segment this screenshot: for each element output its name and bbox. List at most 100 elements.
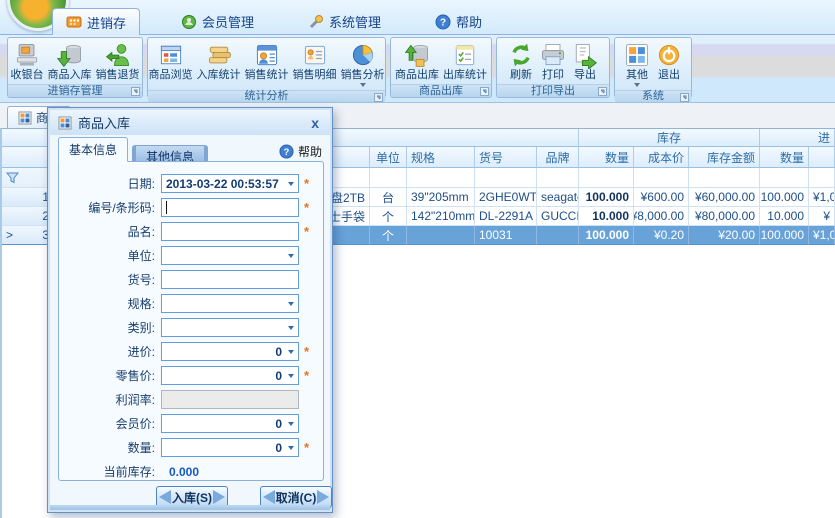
group-goods-stock-out: 商品出库 出库统计 商品出库 [390, 37, 492, 98]
required-asterisk: * [304, 440, 309, 455]
power-icon [655, 41, 683, 69]
export-button[interactable]: 导出 [569, 40, 601, 82]
stock-in-stats-button[interactable]: 入库统计 [195, 40, 243, 82]
quantity-spinner[interactable]: 0 [161, 438, 299, 457]
col-header-itemno[interactable]: 货号 [475, 147, 537, 168]
stock-out-stats-button[interactable]: 出库统计 [441, 40, 489, 82]
tab-purchase-sale-inventory[interactable]: 进销存 [52, 8, 140, 35]
tab-label: 帮助 [456, 12, 482, 31]
dialog-launcher-icon[interactable] [131, 87, 140, 96]
dialog-launcher-icon[interactable] [680, 93, 689, 102]
grid-table-icon [157, 41, 185, 69]
close-icon[interactable]: x [308, 116, 322, 130]
tab-basic-info[interactable]: 基本信息 [58, 137, 128, 162]
sales-analysis-button[interactable]: 销售分析 [339, 40, 387, 90]
dialog-titlebar[interactable]: 商品入库 x [50, 110, 330, 135]
basic-info-panel: 日期: 2013-03-22 00:53:57 * 编号/条形码: * 品名: … [58, 161, 324, 481]
chevron-down-icon [360, 83, 366, 90]
date-combo[interactable]: 2013-03-22 00:53:57 [161, 174, 299, 193]
print-button[interactable]: 打印 [537, 40, 569, 82]
sales-return-button[interactable]: 销售退货 [94, 40, 142, 82]
col-header-brand[interactable]: 品牌 [537, 147, 579, 168]
goods-browse-button[interactable]: 商品浏览 [147, 40, 195, 82]
chevron-down-icon[interactable] [288, 182, 294, 189]
tab-label: 会员管理 [202, 12, 254, 31]
tab-help[interactable]: ? 帮助 [422, 8, 495, 35]
field-profit-rate: 利润率: [59, 390, 323, 409]
chevron-down-icon[interactable] [288, 374, 294, 381]
tab-label: 系统管理 [329, 12, 381, 31]
group-label: 系统 [642, 91, 664, 102]
dialog-launcher-icon[interactable] [374, 93, 383, 102]
field-barcode: 编号/条形码: * [59, 198, 323, 217]
purchase-group-header: 进 [760, 129, 835, 147]
required-asterisk: * [304, 200, 309, 215]
stock-in-dialog: 商品入库 x 基本信息 其他信息 ? 帮助 日期: 2013-03-22 00:… [47, 107, 333, 513]
cashier-button[interactable]: 收银台 [9, 40, 46, 82]
field-retail-price: 零售价: 0 * [59, 366, 323, 385]
members-icon [181, 14, 197, 30]
chevron-down-icon[interactable] [288, 302, 294, 309]
checklist-icon [451, 41, 479, 69]
member-price-spinner[interactable]: 0 [161, 414, 299, 433]
tab-member-management[interactable]: 会员管理 [168, 8, 267, 35]
detail-card-icon [301, 41, 329, 69]
text-caret [166, 201, 167, 214]
refresh-button[interactable]: 刷新 [505, 40, 537, 82]
col-header-unit[interactable]: 单位 [370, 147, 407, 168]
chevron-down-icon[interactable] [288, 350, 294, 357]
spec-combo[interactable] [161, 294, 299, 313]
goods-stock-in-button[interactable]: 商品入库 [46, 40, 94, 82]
chevron-down-icon[interactable] [288, 446, 294, 453]
required-asterisk: * [304, 344, 309, 359]
ledger-books-icon [205, 41, 233, 69]
product-name-input[interactable] [161, 222, 299, 241]
sales-stats-button[interactable]: 销售统计 [243, 40, 291, 82]
dialog-launcher-icon[interactable] [480, 87, 489, 96]
group-label: 进销存管理 [48, 86, 103, 97]
col-header-spec[interactable]: 规格 [407, 147, 475, 168]
purchase-price-spinner[interactable]: 0 [161, 342, 299, 361]
unit-combo[interactable] [161, 246, 299, 265]
dialog-title: 商品入库 [78, 113, 130, 132]
retail-price-spinner[interactable]: 0 [161, 366, 299, 385]
col-header-cost[interactable]: 成本价 [634, 147, 689, 168]
barcode-input[interactable] [161, 198, 299, 217]
dialog-launcher-icon[interactable] [598, 87, 607, 96]
current-stock-label: 当前库存: [59, 463, 155, 480]
window-grid-icon [58, 116, 72, 130]
goods-stock-out-button[interactable]: 商品出库 [393, 40, 441, 82]
col-header-qty[interactable]: 数量 [579, 147, 634, 168]
dialog-bottom-edge [50, 505, 330, 510]
col-header-stock-amount[interactable]: 库存金额 [689, 147, 760, 168]
dialog-tabs: 基本信息 其他信息 ? 帮助 [58, 141, 322, 162]
tab-system-management[interactable]: 系统管理 [295, 8, 394, 35]
chevron-down-icon[interactable] [288, 326, 294, 333]
category-combo[interactable] [161, 318, 299, 337]
svg-text:?: ? [440, 17, 446, 28]
col-header-qty2[interactable]: 数量 [760, 147, 809, 168]
current-stock-value: 0.000 [169, 465, 199, 479]
field-quantity: 数量: 0 * [59, 438, 323, 457]
group-system: 其他 退出 系统 [614, 37, 692, 98]
chevron-down-icon[interactable] [288, 254, 294, 261]
refresh-icon [507, 41, 535, 69]
exit-button[interactable]: 退出 [653, 40, 685, 82]
chevron-down-icon [634, 83, 640, 90]
filter-funnel-icon[interactable] [6, 172, 19, 184]
other-button[interactable]: 其他 [621, 40, 653, 90]
current-stock-row: 当前库存: 0.000 [59, 462, 323, 481]
abacus-icon [66, 14, 82, 30]
group-inventory-management: 收银台 商品入库 销售退货 进销存管理 [7, 37, 143, 98]
tab-other-info[interactable]: 其他信息 [132, 145, 208, 162]
pie-chart-icon [349, 41, 377, 69]
printer-icon [539, 41, 567, 69]
field-unit: 单位: [59, 246, 323, 265]
stock-out-icon [403, 41, 431, 69]
ribbon-tabs: 进销存 会员管理 系统管理 ? 帮助 [52, 6, 495, 35]
sales-detail-button[interactable]: 销售明细 [291, 40, 339, 82]
item-no-input[interactable] [161, 270, 299, 289]
chevron-down-icon[interactable] [288, 422, 294, 429]
field-spec: 规格: [59, 294, 323, 313]
help-link[interactable]: ? 帮助 [279, 143, 322, 162]
